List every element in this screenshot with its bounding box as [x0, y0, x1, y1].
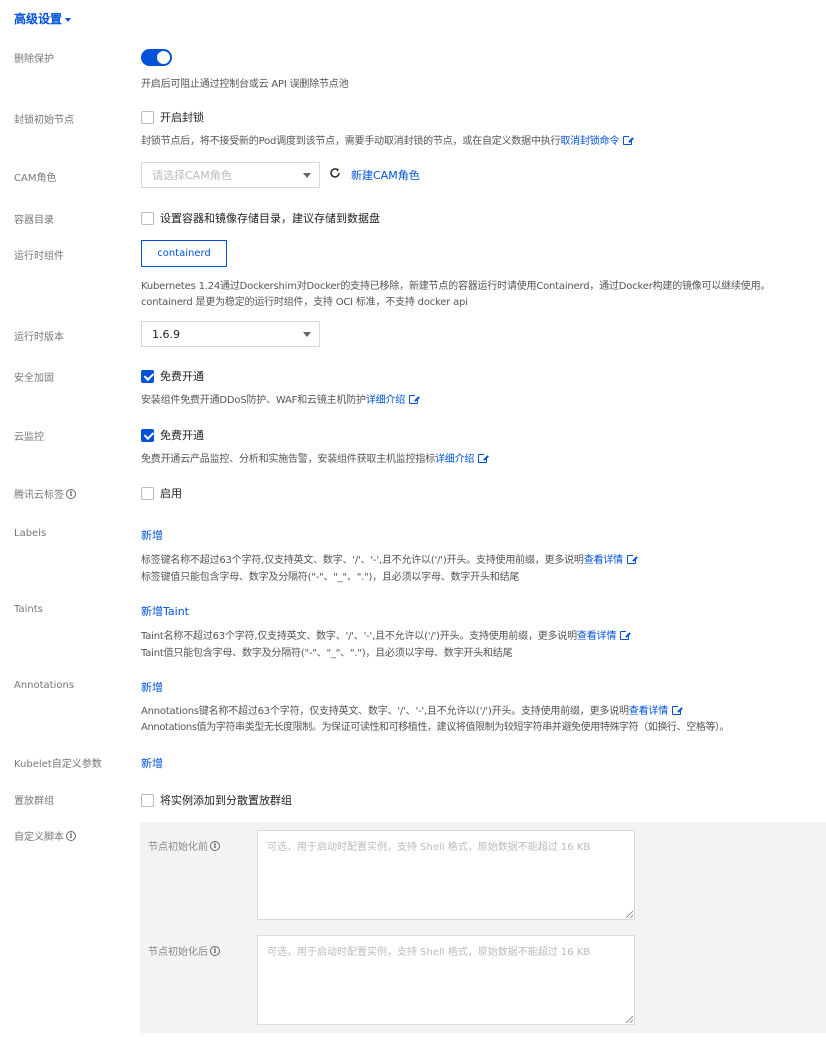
- tags-checkbox-row[interactable]: 启用: [141, 485, 182, 501]
- cordon-checkbox-row[interactable]: 开启封锁: [141, 109, 204, 125]
- cam-label: CAM角色: [14, 173, 57, 184]
- runtime-option-containerd[interactable]: containerd: [141, 240, 227, 267]
- cordon-checkbox-label: 开启封锁: [160, 111, 204, 124]
- cam-role-placeholder: 请选择CAM角色: [152, 169, 232, 182]
- dropdown-arrow-icon: [303, 332, 311, 337]
- container-dir-checkbox[interactable]: [141, 211, 154, 225]
- resize-grip-icon[interactable]: [626, 1016, 633, 1023]
- delete-protection-help: 开启后可阻止通过控制台或云 API 误删除节点池: [141, 79, 349, 90]
- tags-label: 腾讯云标签 i: [14, 486, 76, 501]
- post-init-placeholder: 可选，用于启动时配置实例，支持 Shell 格式，原始数据不能超过 16 KB: [267, 947, 591, 958]
- cordon-label: 封锁初始节点: [14, 115, 74, 126]
- cordon-checkbox[interactable]: [141, 110, 154, 124]
- labels-add-link[interactable]: 新增: [141, 527, 163, 543]
- pre-init-label-text: 节点初始化前: [148, 842, 208, 853]
- external-link-icon[interactable]: [620, 629, 632, 640]
- annotations-help-text: Annotations键名称不超过63个字符，仅支持英文、数字、'/'、'-',…: [141, 706, 629, 717]
- taints-help-text: Taint名称不超过63个字符,仅支持英文、数字、'/'、'-',且不允许以('…: [141, 631, 577, 642]
- labels-detail-link[interactable]: 查看详情: [584, 555, 623, 566]
- tags-label-text: 腾讯云标签: [14, 490, 64, 501]
- info-icon[interactable]: i: [210, 840, 220, 851]
- runtime-version-value: 1.6.9: [152, 327, 180, 341]
- caret-down-icon[interactable]: [65, 17, 72, 22]
- annotations-help-line2: Annotations值为字符串类型无长度限制。为保证可读性和可移植性，建议将值…: [141, 722, 730, 733]
- post-init-label: 节点初始化后 i: [148, 943, 220, 958]
- kubelet-label: Kubelet自定义参数: [14, 759, 102, 770]
- security-checkbox[interactable]: [141, 369, 154, 383]
- monitor-label: 云监控: [14, 432, 44, 443]
- runtime-label: 运行时组件: [14, 251, 64, 262]
- kubelet-add-link[interactable]: 新增: [141, 755, 163, 771]
- info-icon[interactable]: i: [66, 830, 76, 841]
- delete-protection-toggle[interactable]: [141, 49, 172, 66]
- taints-label: Taints: [14, 604, 43, 615]
- toggle-knob: [157, 51, 170, 64]
- security-label: 安全加固: [14, 373, 54, 384]
- annotations-add-link[interactable]: 新增: [141, 679, 163, 695]
- delete-protection-label: 删除保护: [14, 54, 54, 65]
- monitor-checkbox-label: 免费开通: [160, 429, 204, 442]
- labels-help-line2: 标签键值只能包含字母、数字及分隔符("-"、"_"、".")，且必须以字母、数字…: [141, 572, 520, 583]
- info-icon[interactable]: i: [210, 945, 220, 956]
- cordon-help: 封锁节点后，将不接受新的Pod调度到该节点，需要手动取消封锁的节点，或在自定义数…: [141, 132, 635, 147]
- security-help-text: 安装组件免费开通DDoS防护、WAF和云镜主机防护: [141, 395, 366, 406]
- annotations-detail-link[interactable]: 查看详情: [629, 706, 668, 717]
- taints-add-link[interactable]: 新增Taint: [141, 603, 189, 619]
- placement-checkbox[interactable]: [141, 793, 154, 807]
- dropdown-arrow-icon: [303, 173, 311, 178]
- pre-init-script-textarea[interactable]: 可选，用于启动时配置实例，支持 Shell 格式，原始数据不能超过 16 KB: [257, 830, 635, 920]
- monitor-checkbox[interactable]: [141, 428, 154, 442]
- external-link-icon[interactable]: [623, 134, 635, 145]
- refresh-icon[interactable]: [329, 167, 341, 179]
- labels-help-text: 标签键名称不超过63个字符,仅支持英文、数字、'/'、'-',且不允许以('/'…: [141, 555, 584, 566]
- security-detail-link[interactable]: 详细介绍: [366, 395, 405, 406]
- external-link-icon[interactable]: [626, 553, 638, 564]
- external-link-icon[interactable]: [478, 452, 490, 463]
- annotations-label: Annotations: [14, 680, 75, 691]
- placement-checkbox-label: 将实例添加到分散置放群组: [160, 794, 292, 807]
- placement-label: 置放群组: [14, 796, 54, 807]
- monitor-detail-link[interactable]: 详细介绍: [435, 454, 474, 465]
- tags-checkbox-label: 启用: [160, 487, 182, 500]
- taints-help-line2: Taint值只能包含字母、数字及分隔符("-"、"_"、".")，且必须以字母、…: [141, 648, 513, 659]
- container-dir-checkbox-row[interactable]: 设置容器和镜像存储目录，建议存储到数据盘: [141, 210, 380, 226]
- security-checkbox-row[interactable]: 免费开通: [141, 368, 204, 384]
- info-icon[interactable]: i: [66, 488, 76, 499]
- pre-init-label: 节点初始化前 i: [148, 838, 220, 853]
- container-dir-checkbox-label: 设置容器和镜像存储目录，建议存储到数据盘: [160, 212, 380, 225]
- post-init-label-text: 节点初始化后: [148, 947, 208, 958]
- tags-checkbox[interactable]: [141, 486, 154, 500]
- taints-detail-link[interactable]: 查看详情: [577, 631, 616, 642]
- script-label-text: 自定义脚本: [14, 832, 64, 843]
- monitor-checkbox-row[interactable]: 免费开通: [141, 427, 204, 443]
- monitor-help-text: 免费开通云产品监控、分析和实施告警，安装组件获取主机监控指标: [141, 454, 435, 465]
- labels-label: Labels: [14, 528, 47, 539]
- security-checkbox-label: 免费开通: [160, 370, 204, 383]
- container-dir-label: 容器目录: [14, 215, 54, 226]
- script-label: 自定义脚本 i: [14, 828, 76, 843]
- cordon-unlock-link[interactable]: 取消封锁命令: [560, 136, 619, 147]
- security-help: 安装组件免费开通DDoS防护、WAF和云镜主机防护详细介绍: [141, 391, 421, 406]
- taints-help-line1: Taint名称不超过63个字符,仅支持英文、数字、'/'、'-',且不允许以('…: [141, 627, 632, 642]
- section-title[interactable]: 高级设置: [14, 10, 72, 27]
- labels-help-line1: 标签键名称不超过63个字符,仅支持英文、数字、'/'、'-',且不允许以('/'…: [141, 551, 638, 566]
- section-title-text: 高级设置: [14, 12, 63, 26]
- resize-grip-icon[interactable]: [626, 911, 633, 918]
- cordon-help-text: 封锁节点后，将不接受新的Pod调度到该节点，需要手动取消封锁的节点，或在自定义数…: [141, 136, 561, 147]
- runtime-version-select[interactable]: 1.6.9: [141, 321, 320, 347]
- monitor-help: 免费开通云产品监控、分析和实施告警，安装组件获取主机监控指标详细介绍: [141, 450, 490, 465]
- post-init-script-textarea[interactable]: 可选，用于启动时配置实例，支持 Shell 格式，原始数据不能超过 16 KB: [257, 935, 635, 1025]
- pre-init-placeholder: 可选，用于启动时配置实例，支持 Shell 格式，原始数据不能超过 16 KB: [267, 842, 591, 853]
- runtime-help-line1: Kubernetes 1.24通过Dockershim对Docker的支持已移除…: [141, 281, 771, 292]
- cam-role-select[interactable]: 请选择CAM角色: [141, 162, 320, 188]
- placement-checkbox-row[interactable]: 将实例添加到分散置放群组: [141, 792, 292, 808]
- runtime-help-line2: containerd 是更为稳定的运行时组件，支持 OCI 标准，不支持 doc…: [141, 297, 468, 308]
- external-link-icon[interactable]: [409, 393, 421, 404]
- runtime-version-label: 运行时版本: [14, 332, 64, 343]
- annotations-help-line1: Annotations键名称不超过63个字符，仅支持英文、数字、'/'、'-',…: [141, 702, 683, 717]
- new-cam-role-link[interactable]: 新建CAM角色: [351, 167, 420, 183]
- external-link-icon[interactable]: [672, 704, 683, 715]
